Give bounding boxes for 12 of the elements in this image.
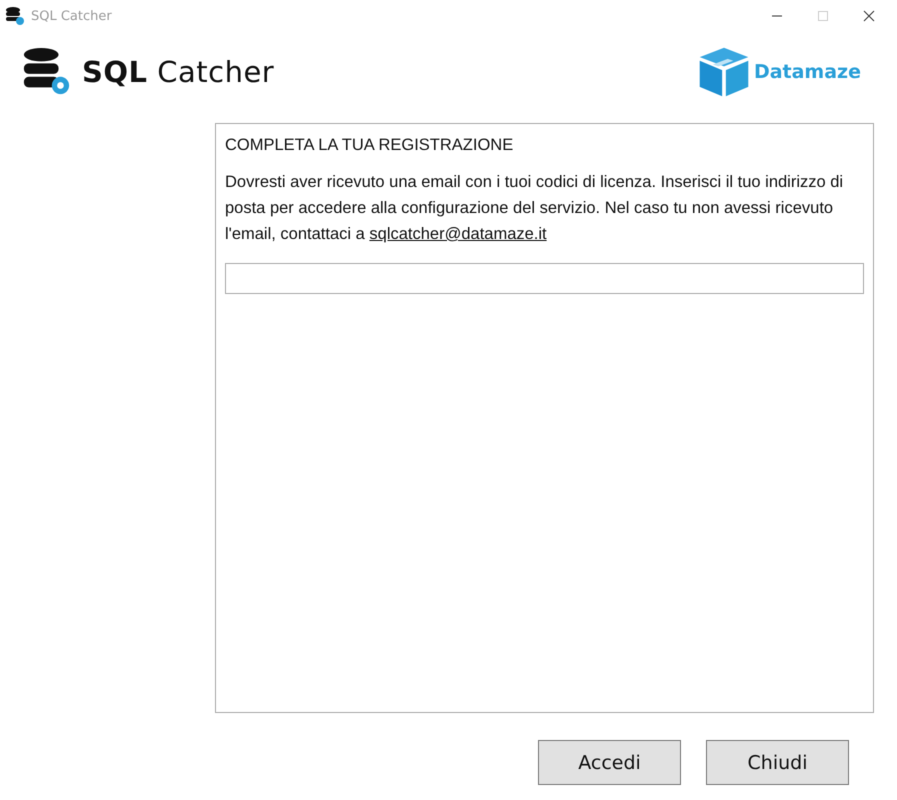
login-button[interactable]: Accedi [538,740,681,785]
database-gear-icon [5,6,25,26]
brand-logo-text: Datamaze [754,61,861,83]
app-logo-text: SQL Catcher [82,55,274,89]
email-field[interactable] [225,263,864,294]
database-gear-icon [22,47,72,97]
close-button[interactable]: Chiudi [706,740,849,785]
close-icon[interactable] [863,10,875,22]
email-link[interactable]: sqlcatcher@datamaze.it [369,225,547,243]
instructions-text: Dovresti aver ricevuto una email con i tuoi codici di licenza. Inserisci il tuo indirizzo di posta per accedere alla configurazione del servizio. Nel caso tu non avessi ricevuto l'email, contattaci a sqlcatcher@datamaze.it [225,172,844,245]
panel-heading: COMPLETA LA TUA REGISTRAZIONE [225,136,514,155]
window-title: SQL Catcher [31,8,112,24]
